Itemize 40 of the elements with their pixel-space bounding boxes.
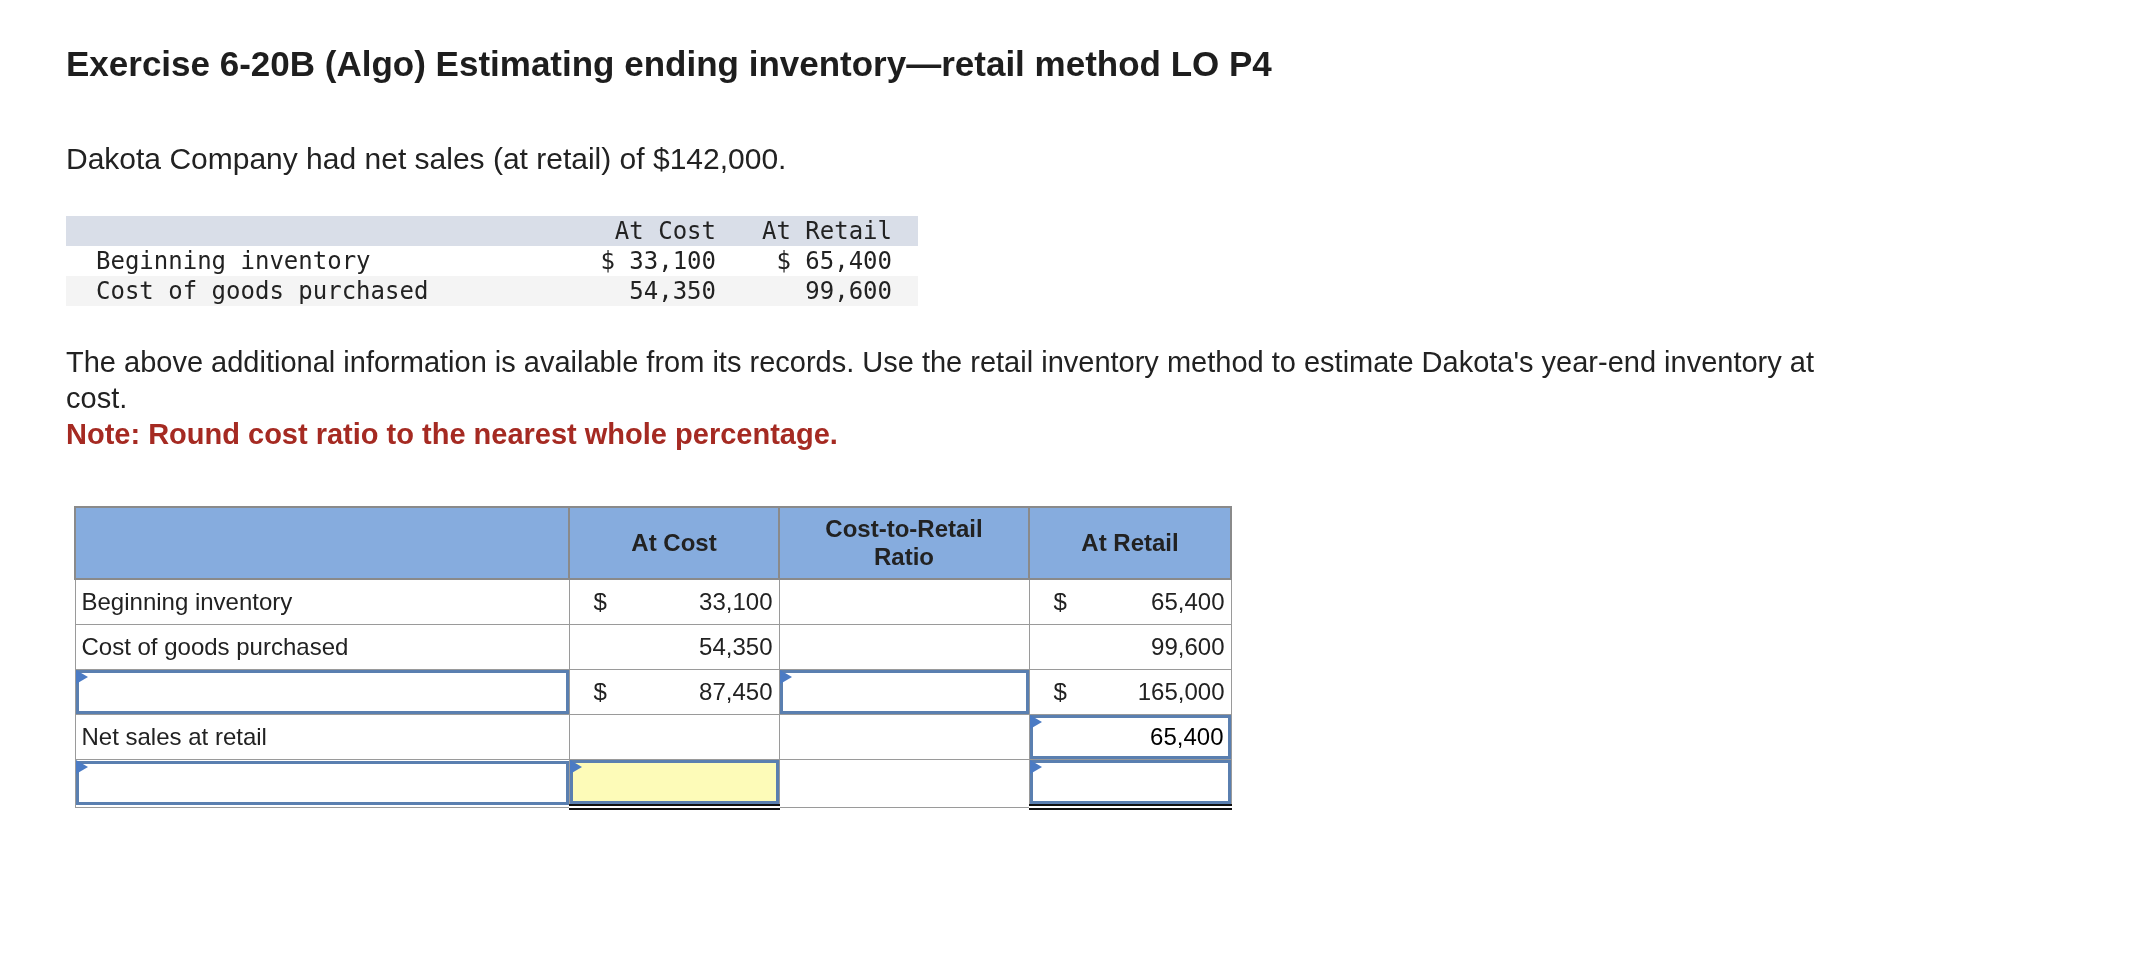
currency-sign: $ (593, 588, 607, 616)
triangle-icon (1029, 760, 1042, 774)
input-field[interactable]: 65,400 (1029, 715, 1231, 759)
table-cell: $ 65,400 (742, 246, 918, 276)
amount-value: 87,450 (699, 678, 773, 706)
instructions-text: The above additional information is available from its records. Use the retail inventory method to estimate Dakota's year-end inventory at cost. (66, 345, 1815, 416)
table-cell: $ 33,100 (566, 246, 742, 276)
amount-value: 165,000 (1137, 678, 1225, 706)
column-header: At Retail (1029, 507, 1231, 579)
input-field[interactable] (779, 670, 1029, 714)
triangle-icon (75, 670, 88, 684)
triangle-icon (75, 760, 88, 774)
input-field[interactable] (75, 761, 569, 806)
triangle-icon (569, 760, 582, 774)
exercise-title: Exercise 6-20B (Algo) Estimating ending inventory—retail method LO P4 (66, 44, 1272, 84)
amount-value: 99,600 (1151, 633, 1225, 661)
currency-sign: $ (1053, 588, 1067, 616)
currency-sign: $ (593, 678, 607, 706)
input-field[interactable] (1029, 760, 1231, 804)
note-text: Note: Round cost ratio to the nearest whole percentage. (66, 417, 838, 452)
column-header: At Retail (742, 216, 918, 246)
column-header: At Cost (569, 507, 779, 579)
currency-sign: $ (1053, 678, 1067, 706)
table-cell: 99,600 (742, 276, 918, 306)
table-cell: Cost of goods purchased (75, 624, 569, 670)
amount-value: 33,100 (699, 588, 773, 616)
intro-text: Dakota Company had net sales (at retail) of $142,000. (66, 142, 787, 176)
amount-value: 54,350 (699, 633, 773, 661)
table-cell: Net sales at retail (75, 714, 569, 760)
input-field[interactable] (75, 670, 569, 714)
triangle-icon (779, 670, 792, 684)
column-header: At Cost (566, 216, 742, 246)
input-field[interactable] (569, 760, 779, 804)
table-cell: Beginning inventory (75, 579, 569, 625)
table-cell: 54,350 (566, 276, 742, 306)
table-cell: Cost of goods purchased (66, 276, 566, 306)
column-header: Cost-to-Retail Ratio (779, 507, 1029, 579)
triangle-icon (1029, 715, 1042, 729)
table-cell: Beginning inventory (66, 246, 566, 276)
amount-value: 65,400 (1151, 588, 1225, 616)
